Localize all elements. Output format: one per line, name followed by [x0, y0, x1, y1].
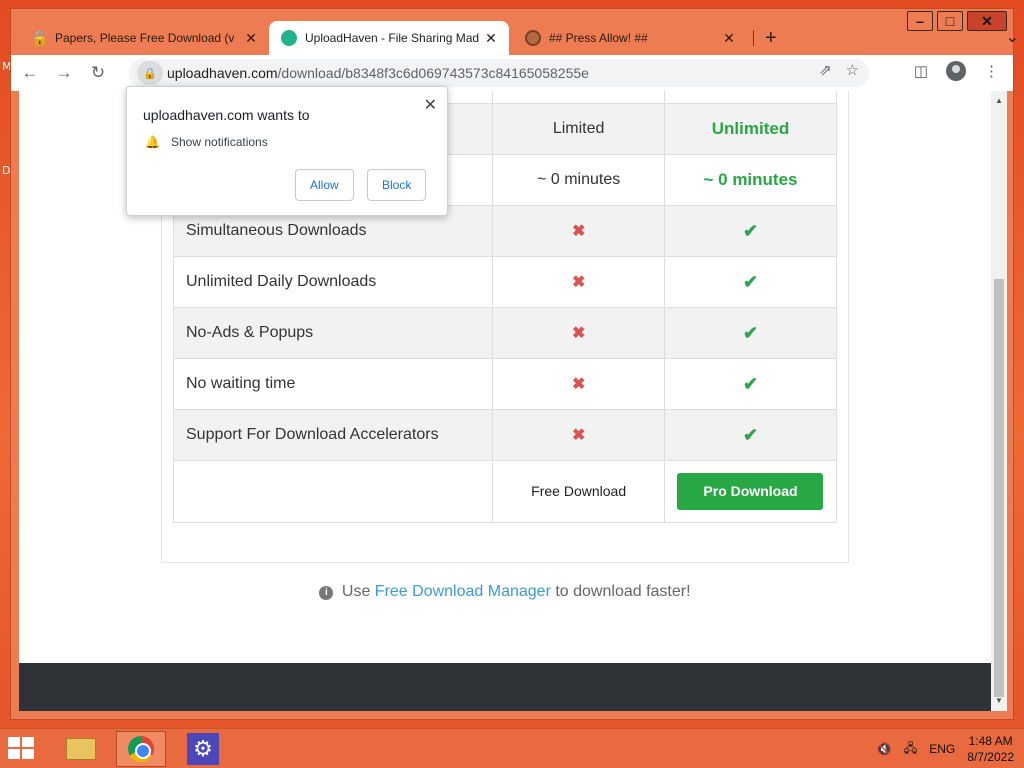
tab-title: Papers, Please Free Download (v: [55, 31, 235, 45]
hint-prefix: Use: [341, 583, 371, 600]
reload-icon[interactable]: ↻: [83, 58, 113, 88]
check-icon: ✔: [742, 424, 759, 445]
network-icon[interactable]: 🖧: [904, 739, 917, 760]
limited-wait-time: ~ 0 minutes: [492, 154, 665, 206]
block-button[interactable]: Block: [367, 169, 427, 201]
url-host: uploadhaven.com: [167, 65, 278, 81]
site-lock-icon[interactable]: 🔒: [137, 61, 163, 85]
clock-time: 1:48 AM: [968, 734, 1013, 748]
speaker-muted-icon[interactable]: 🔇: [877, 742, 892, 756]
chrome-icon: [128, 736, 154, 762]
profile-avatar-icon[interactable]: [946, 61, 966, 81]
unlimited-header: Unlimited: [663, 103, 838, 155]
close-icon[interactable]: ✕: [424, 95, 437, 115]
tab-title: UploadHaven - File Sharing Mad: [305, 31, 480, 45]
minimize-button[interactable]: –: [907, 11, 933, 31]
system-tray: 🔇 🖧 ENG 1:48 AM 8/7/2022: [877, 733, 1014, 765]
gear-icon: ⚙: [187, 733, 219, 765]
feature-label: No-Ads & Popups: [172, 307, 494, 359]
taskbar: ⚙ 🔇 🖧 ENG 1:48 AM 8/7/2022: [0, 728, 1024, 768]
table-row: No-Ads & Popups ✖ ✔: [172, 307, 838, 359]
limited-header: Limited: [492, 103, 665, 155]
url-path: /download/b8348f3c6d069743573c8416505825…: [277, 65, 589, 81]
info-icon: i: [319, 586, 334, 600]
page-footer: [19, 663, 991, 711]
feature-label: Unlimited Daily Downloads: [172, 256, 494, 308]
windows-start-icon[interactable]: [8, 737, 38, 761]
tab-title: ## Press Allow! ##: [549, 31, 648, 45]
cross-icon: ✖: [571, 376, 586, 393]
new-tab-icon[interactable]: +: [765, 27, 777, 50]
notification-permission-popup: uploadhaven.com wants to ✕ 🔔 Show notifi…: [126, 86, 448, 216]
maximize-button[interactable]: □: [937, 11, 963, 31]
tab-search-chevron-icon[interactable]: ⌄: [1006, 27, 1019, 47]
permission-label: Show notifications: [171, 135, 268, 149]
close-tab-icon[interactable]: ✕: [243, 30, 259, 47]
share-icon[interactable]: ⇗: [819, 61, 832, 79]
omnibox-actions: ⇗ ☆: [819, 61, 859, 79]
back-icon[interactable]: ←: [15, 58, 45, 88]
check-icon: ✔: [742, 220, 759, 241]
forward-icon[interactable]: →: [49, 58, 79, 88]
bell-icon: 🔔: [145, 135, 160, 149]
clock[interactable]: 1:48 AM 8/7/2022: [967, 733, 1014, 765]
language-indicator[interactable]: ENG: [929, 742, 955, 756]
window-controls: – □ ✕: [907, 11, 1007, 31]
tab-separator: [753, 30, 754, 46]
cloud-icon: [281, 30, 297, 46]
table-actions-row: Free Download Pro Download: [172, 460, 838, 523]
clock-date: 8/7/2022: [967, 750, 1014, 764]
scroll-down-icon[interactable]: ▼: [991, 693, 1007, 709]
permission-row: 🔔 Show notifications: [145, 135, 268, 149]
toolbar-right: ◫ ⋮: [914, 61, 999, 81]
free-download-manager-link[interactable]: Free Download Manager: [375, 583, 551, 600]
tab-uploadhaven[interactable]: UploadHaven - File Sharing Mad ✕: [269, 21, 509, 55]
globe-icon: [525, 30, 541, 46]
feature-label: Support For Download Accelerators: [172, 409, 494, 461]
scroll-up-icon[interactable]: ▲: [991, 93, 1007, 109]
hint-suffix: to download faster!: [555, 583, 691, 600]
taskbar-chrome[interactable]: [116, 731, 166, 767]
tab-strip: 🔓 Papers, Please Free Download (v ✕ Uplo…: [19, 21, 1019, 55]
scroll-thumb[interactable]: [994, 279, 1004, 697]
popup-title: uploadhaven.com wants to: [143, 107, 310, 123]
pro-download-button[interactable]: Pro Download: [677, 473, 824, 510]
unlimited-wait-time: ~ 0 minutes: [703, 170, 798, 189]
table-row: No waiting time ✖ ✔: [172, 358, 838, 410]
cross-icon: ✖: [571, 274, 586, 291]
close-tab-icon[interactable]: ✕: [721, 30, 737, 47]
bookmark-star-icon[interactable]: ☆: [846, 61, 859, 79]
feature-label: No waiting time: [172, 358, 494, 410]
unlimited-header-text: Unlimited: [711, 119, 790, 138]
cross-icon: ✖: [571, 427, 586, 444]
cross-icon: ✖: [571, 325, 586, 342]
side-panel-icon[interactable]: ◫: [914, 62, 928, 80]
tab-press-allow[interactable]: ## Press Allow! ## ✕: [513, 21, 747, 55]
page-scrollbar[interactable]: ▲ ▼: [991, 91, 1007, 711]
check-icon: ✔: [742, 373, 759, 394]
close-tab-icon[interactable]: ✕: [483, 30, 499, 47]
taskbar-file-explorer[interactable]: [56, 731, 106, 767]
taskbar-settings[interactable]: ⚙: [178, 731, 228, 767]
check-icon: ✔: [742, 271, 759, 292]
download-manager-hint: i Use Free Download Manager to download …: [19, 583, 991, 601]
close-window-button[interactable]: ✕: [967, 11, 1007, 31]
folder-icon: [66, 738, 96, 760]
lock-icon: 🔓: [31, 30, 49, 46]
table-row: Support For Download Accelerators ✖ ✔: [172, 409, 838, 461]
address-bar[interactable]: 🔒 uploadhaven.com/download/b8348f3c6d069…: [129, 59, 869, 87]
free-download-link[interactable]: Free Download: [531, 483, 626, 499]
cross-icon: ✖: [571, 223, 586, 240]
tab-papers-please[interactable]: 🔓 Papers, Please Free Download (v ✕: [19, 21, 269, 55]
table-row: Unlimited Daily Downloads ✖ ✔: [172, 256, 838, 308]
check-icon: ✔: [742, 322, 759, 343]
menu-kebab-icon[interactable]: ⋮: [984, 62, 999, 80]
allow-button[interactable]: Allow: [295, 169, 354, 201]
